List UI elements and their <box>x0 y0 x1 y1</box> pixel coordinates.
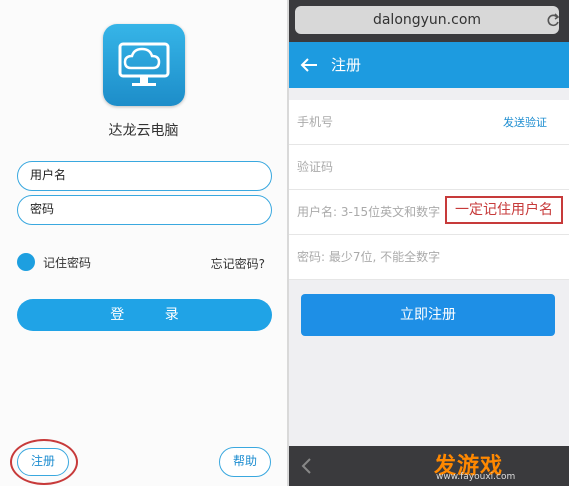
watermark: 发游戏 www.fayouxi.com <box>434 448 564 484</box>
code-placeholder: 验证码 <box>297 160 334 174</box>
login-button[interactable]: 登 录 <box>17 299 272 331</box>
remember-password-label: 记住密码 <box>43 255 92 270</box>
help-button[interactable]: 帮助 <box>219 447 271 477</box>
browser-bottom-bar: 发游戏 www.fayouxi.com <box>289 446 569 486</box>
register-button[interactable]: 注册 <box>17 448 69 476</box>
url-field[interactable]: dalongyun.com <box>295 6 559 34</box>
register-highlight-circle: 注册 <box>10 439 78 485</box>
password-placeholder: 密码: 最少7位, 不能全数字 <box>297 250 441 264</box>
remember-password-toggle[interactable]: 记住密码 <box>17 252 91 272</box>
register-form: 手机号 发送验证 验证码 用户名: 3-15位英文和数字 密码: 最少7位, 不… <box>289 100 569 280</box>
password-input[interactable]: 密码 <box>17 195 272 225</box>
forgot-password-link[interactable]: 忘记密码? <box>211 255 265 272</box>
phone-field[interactable]: 手机号 发送验证 <box>289 100 569 145</box>
app-logo-icon <box>103 24 185 106</box>
phone-placeholder: 手机号 <box>297 115 334 129</box>
reload-icon[interactable] <box>545 6 561 38</box>
annotation-callout: 一定记住用户名 <box>445 196 563 224</box>
page-title: 注册 <box>331 56 362 74</box>
app-name: 达龙云电脑 <box>108 123 179 139</box>
username-placeholder: 用户名: 3-15位英文和数字 <box>297 205 441 219</box>
code-field[interactable]: 验证码 <box>289 145 569 190</box>
radio-checked-icon[interactable] <box>17 253 35 271</box>
browser-back-icon[interactable] <box>299 452 313 486</box>
username-input[interactable]: 用户名 <box>17 161 272 191</box>
browser-address-bar: dalongyun.com <box>289 0 569 42</box>
nav-bar: 注册 <box>289 42 569 88</box>
register-now-button[interactable]: 立即注册 <box>301 294 555 336</box>
register-screen: dalongyun.com 注册 手机号 发送验证 验证码 用户名: 3-15位… <box>289 0 569 486</box>
password-field[interactable]: 密码: 最少7位, 不能全数字 <box>289 235 569 280</box>
watermark-url: www.fayouxi.com <box>436 472 516 482</box>
login-screen: 达龙云电脑 用户名 密码 记住密码 忘记密码? 登 录 注册 帮助 <box>0 0 287 486</box>
send-code-button[interactable]: 发送验证 <box>503 100 547 144</box>
back-arrow-icon[interactable] <box>299 51 319 86</box>
